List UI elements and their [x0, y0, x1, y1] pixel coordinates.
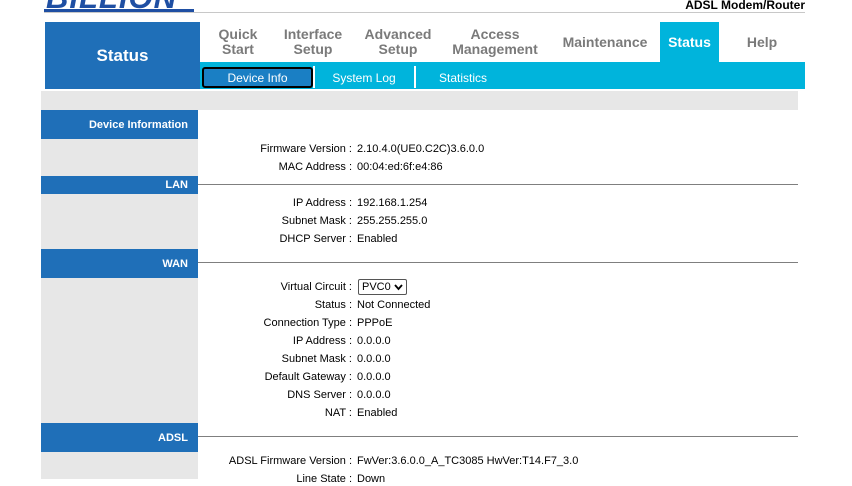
- lan-ip-label: IP Address :: [292, 197, 352, 209]
- virtual-circuit-label: Virtual Circuit :: [280, 281, 352, 293]
- wan-mask-value: 0.0.0.0: [357, 353, 391, 365]
- section-device-information: Device Information: [41, 110, 198, 139]
- chevron-down-icon: [394, 284, 403, 291]
- connection-type-label: Connection Type :: [263, 317, 352, 329]
- nat-label: NAT :: [324, 407, 352, 419]
- subtab-system-log[interactable]: System Log: [320, 67, 408, 88]
- menu-access-management[interactable]: Access Management: [446, 22, 544, 62]
- dns-server-label: DNS Server :: [287, 389, 352, 401]
- wan-status-value: Not Connected: [357, 299, 431, 311]
- menu-access-management-line2: Management: [452, 41, 538, 57]
- adsl-firmware-value: FwVer:3.6.0.0_A_TC3085 HwVer:T14.F7_3.0: [357, 455, 579, 467]
- adsl-divider: [198, 436, 798, 437]
- lan-mask-label: Subnet Mask :: [281, 215, 352, 227]
- dhcp-server-value: Enabled: [357, 233, 398, 245]
- line-state-label: Line State :: [296, 473, 352, 485]
- menu-status[interactable]: Status: [660, 22, 719, 62]
- virtual-circuit-value: PVC0: [362, 281, 391, 293]
- dhcp-server-label: DHCP Server :: [279, 233, 352, 245]
- firmware-version-value: 2.10.4.0(UE0.C2C)3.6.0.0: [357, 143, 485, 155]
- subtab-device-info[interactable]: Device Info: [202, 67, 313, 88]
- menu-advanced-setup-line1: Advanced: [364, 26, 432, 42]
- dns-server-value: 0.0.0.0: [357, 389, 391, 401]
- wan-ip-label: IP Address :: [292, 335, 352, 347]
- virtual-circuit-select[interactable]: PVC0: [358, 279, 407, 295]
- subtab-statistics[interactable]: Statistics: [420, 67, 506, 88]
- lan-ip-value: 192.168.1.254: [357, 197, 428, 209]
- line-state-value: Down: [357, 473, 386, 485]
- default-gateway-label: Default Gateway :: [264, 371, 352, 383]
- firmware-version-label: Firmware Version :: [260, 143, 352, 155]
- adsl-firmware-label: ADSL Firmware Version :: [228, 455, 352, 467]
- menu-help[interactable]: Help: [719, 22, 805, 62]
- menu-quick-start-line2: Start: [222, 41, 254, 57]
- menu-interface-setup[interactable]: Interface Setup: [276, 22, 350, 62]
- menu-maintenance[interactable]: Maintenance: [556, 22, 654, 62]
- lan-divider: [198, 184, 798, 185]
- billion-logo: BILLION: [44, 0, 196, 12]
- menu-quick-start[interactable]: Quick Start: [208, 22, 268, 62]
- menu-maintenance-label: Maintenance: [562, 33, 648, 50]
- menu-interface-setup-line1: Interface: [283, 26, 343, 42]
- wan-divider: [198, 262, 798, 263]
- mac-address-label: MAC Address :: [278, 161, 352, 173]
- section-title: Status: [45, 22, 200, 89]
- product-name: ADSL Modem/Router: [685, 0, 805, 12]
- mac-address-value: 00:04:ed:6f:e4:86: [357, 161, 443, 173]
- connection-type-value: PPPoE: [357, 317, 393, 329]
- subnav-separator: [414, 66, 416, 88]
- wan-status-label: Status :: [314, 299, 352, 311]
- menu-interface-setup-line2: Setup: [293, 41, 333, 57]
- wan-mask-label: Subnet Mask :: [281, 353, 352, 365]
- section-lan: LAN: [41, 176, 198, 194]
- default-gateway-value: 0.0.0.0: [357, 371, 391, 383]
- menu-advanced-setup-line2: Setup: [378, 41, 418, 57]
- section-adsl: ADSL: [41, 423, 198, 452]
- lan-mask-value: 255.255.255.0: [357, 215, 428, 227]
- menu-advanced-setup[interactable]: Advanced Setup: [358, 22, 438, 62]
- section-wan: WAN: [41, 249, 198, 278]
- content-top-strip: [41, 91, 798, 110]
- menu-quick-start-line1: Quick: [218, 26, 258, 42]
- wan-ip-value: 0.0.0.0: [357, 335, 391, 347]
- header-divider: [44, 12, 805, 13]
- menu-access-management-line1: Access: [470, 26, 520, 42]
- nat-value: Enabled: [357, 407, 398, 419]
- subnav-separator: [313, 66, 315, 88]
